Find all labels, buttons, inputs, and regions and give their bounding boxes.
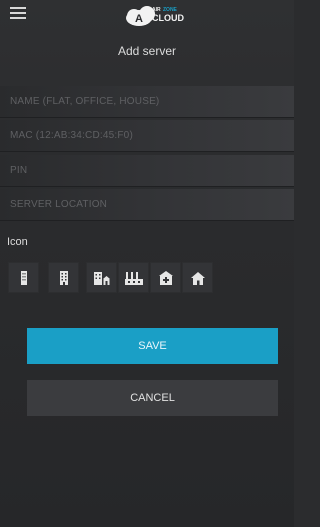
single-building-icon[interactable]: [8, 262, 39, 293]
hospital-icon[interactable]: [150, 262, 181, 293]
cancel-button[interactable]: CANCEL: [27, 380, 278, 416]
server-location-field: [0, 189, 294, 221]
factory-icon[interactable]: [118, 262, 149, 293]
pin-input[interactable]: [10, 155, 280, 186]
name-input[interactable]: [10, 86, 280, 117]
house-icon[interactable]: [182, 262, 213, 293]
top-bar: A AIR ZONE CLOUD: [0, 0, 294, 34]
pin-field: [0, 155, 294, 187]
icon-section-label: Icon: [7, 236, 28, 248]
logo-mark: A: [135, 13, 143, 25]
office-tower-icon[interactable]: [48, 262, 79, 293]
logo-cloud-text: CLOUD: [152, 13, 184, 23]
page-title: Add server: [117, 44, 177, 58]
mac-input[interactable]: [10, 120, 280, 151]
server-location-input[interactable]: [10, 189, 280, 220]
mac-field: [0, 120, 294, 152]
hamburger-menu-icon[interactable]: [10, 7, 26, 19]
name-field: [0, 86, 294, 118]
save-button[interactable]: SAVE: [27, 328, 278, 364]
building-with-house-icon[interactable]: [86, 262, 117, 293]
add-server-screen: A AIR ZONE CLOUD Add server Icon: [0, 0, 294, 527]
airzone-cloud-logo: A AIR ZONE CLOUD: [126, 6, 184, 26]
